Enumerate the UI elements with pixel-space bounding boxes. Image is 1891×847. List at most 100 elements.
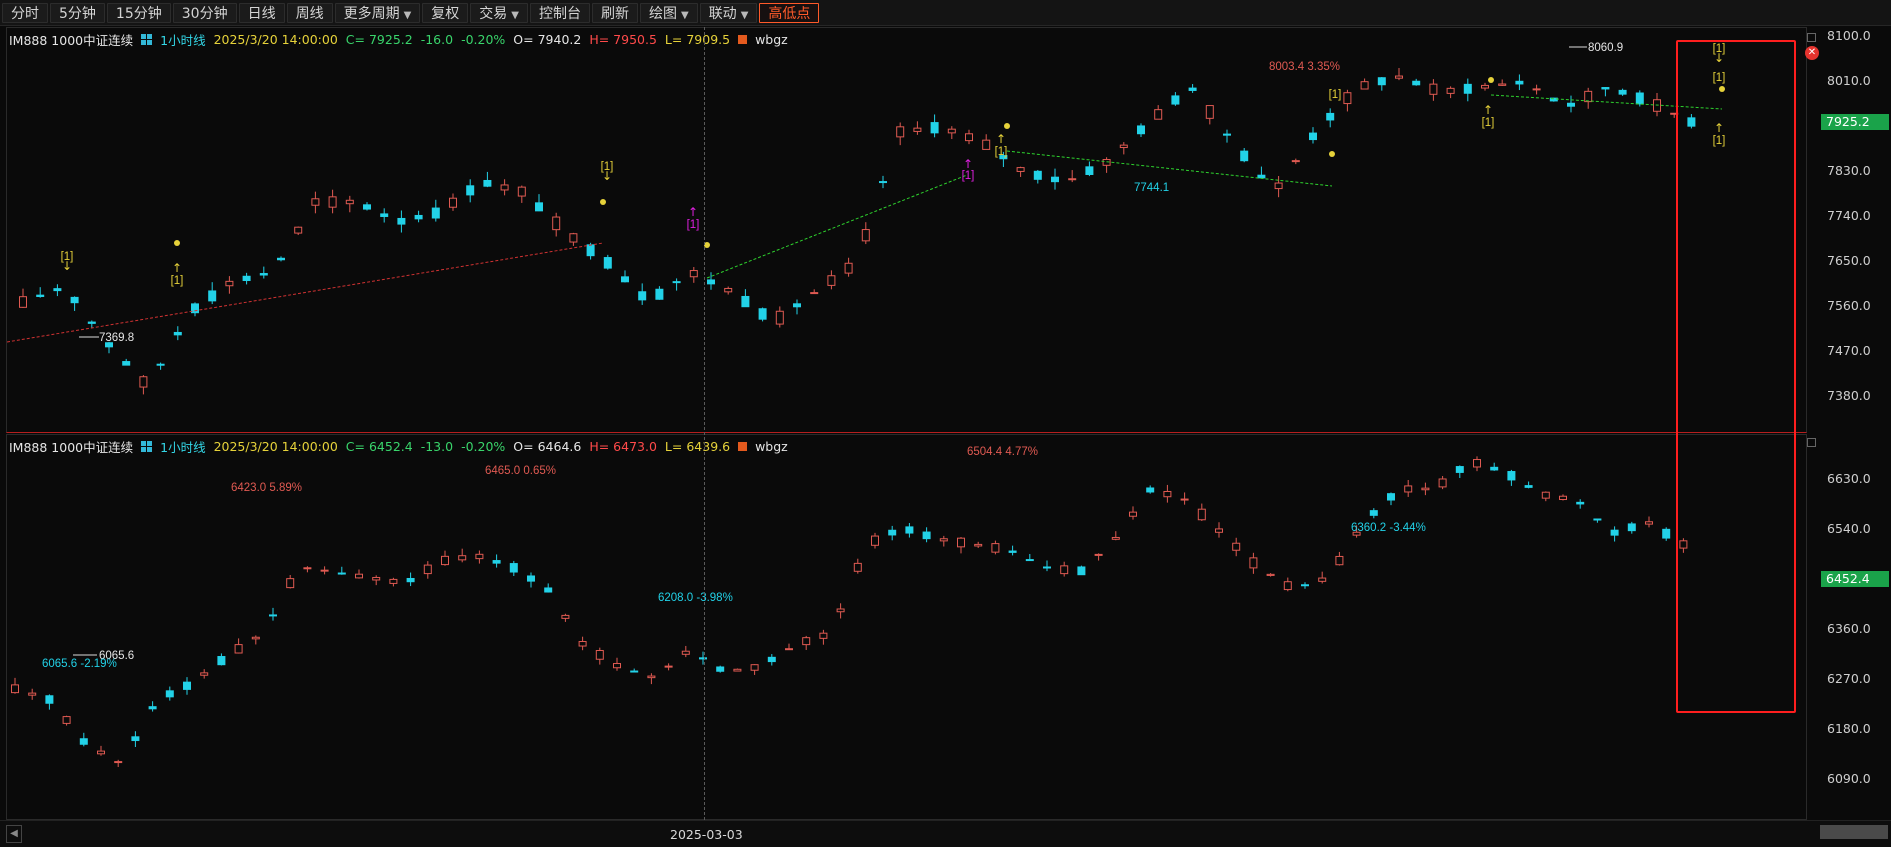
candle-body (345, 199, 354, 205)
toolbar-button-6[interactable]: 更多周期 ▼ (334, 2, 421, 23)
candle-body (810, 292, 819, 295)
candle-body (1473, 459, 1481, 468)
candle-body (1283, 581, 1292, 591)
toolbar-button-4[interactable]: 日线 (238, 2, 285, 23)
candle-body (303, 567, 312, 570)
candle-body (1645, 521, 1653, 525)
axis-tick-label: 7560.0 (1827, 298, 1871, 313)
grid-icon[interactable] (141, 34, 153, 45)
candle-body (1567, 102, 1575, 107)
candle-body (1154, 109, 1163, 120)
candle-body (1404, 485, 1413, 493)
candle-body (1188, 87, 1197, 91)
candle-body (1180, 498, 1189, 501)
candle-body (1387, 493, 1395, 501)
candle-body (1137, 125, 1145, 135)
panel-maximize-icon[interactable] (1807, 438, 1816, 447)
candle-body (1421, 487, 1430, 491)
candle-body (500, 184, 509, 191)
candle-body (492, 560, 501, 564)
toolbar-button-3[interactable]: 30分钟 (172, 2, 237, 23)
candle-body (1111, 536, 1120, 540)
close-icon[interactable]: ✕ (1805, 46, 1819, 60)
scrollbar-thumb[interactable] (1820, 825, 1888, 839)
candle-body (466, 185, 475, 196)
chart-info-bar-top: IM888 1000中证连续 1小时线 2025/3/20 14:00:00 C… (9, 30, 796, 49)
period-label: 1小时线 (160, 440, 206, 455)
candle-body (947, 128, 956, 134)
candle-body (1627, 523, 1636, 532)
toolbar-button-label: 日线 (247, 5, 276, 22)
candle-body (277, 257, 285, 261)
price-chart-panel-top[interactable]: 7369.8 8060.9 8003.4 3.35% 7744.1 [1] [1] [1] [… (6, 27, 1807, 433)
axis-tick-label: 7740.0 (1827, 208, 1871, 223)
candle-body (1025, 559, 1034, 562)
candle-body (517, 186, 526, 197)
toolbar-button-2[interactable]: 15分钟 (106, 2, 171, 23)
toolbar-button-label: 交易 (479, 5, 508, 22)
toolbar-button-10[interactable]: 刷新 (591, 2, 638, 23)
candle-body (1171, 95, 1180, 105)
toolbar-button-11[interactable]: 绘图 ▼ (639, 2, 698, 23)
signal-bracket-label: [1] (1482, 117, 1495, 129)
down-arrow-icon: ↓ (602, 169, 612, 183)
indicator-label: wbgz (755, 439, 788, 454)
candle-body (449, 197, 457, 208)
trend-line-red (7, 242, 604, 343)
open-value: O= 7940.2 (513, 32, 582, 47)
toolbar-button-13[interactable]: 高低点 (759, 2, 820, 23)
chevron-down-icon: ▼ (740, 9, 749, 21)
candlestick-chart-bottom[interactable]: 6065.66065.6 -2.19%6634.46423.0 5.89%646… (7, 435, 1808, 821)
up-arrow-icon: ↑ (172, 261, 182, 275)
toolbar-button-1[interactable]: 5分钟 (50, 2, 105, 23)
up-arrow-icon: ↑ (996, 132, 1006, 146)
chevron-down-icon: ▼ (511, 9, 519, 21)
high-value: H= 7950.5 (589, 32, 657, 47)
toolbar-button-0[interactable]: 分时 (2, 2, 48, 23)
candle-body (905, 526, 914, 534)
toolbar-button-9[interactable]: 控制台 (529, 2, 590, 23)
candlestick-chart-top[interactable]: 7369.8 8060.9 8003.4 3.35% 7744.1 [1] [1] [1] [… (7, 28, 1808, 434)
grid-icon[interactable] (141, 441, 153, 452)
axis-tick-label: 7470.0 (1827, 343, 1871, 358)
candle-body (1343, 92, 1352, 105)
candle-body (741, 295, 750, 308)
candle-body (578, 641, 587, 647)
candle-body (1541, 491, 1550, 499)
low-percent-label: 6065.6 -2.19% (42, 658, 117, 670)
date-axis: ◀ 2025-03-03 (0, 820, 1891, 847)
candle-body (819, 632, 828, 639)
toolbar-button-8[interactable]: 交易 ▼ (470, 2, 528, 23)
panel-maximize-icon[interactable] (1807, 33, 1816, 42)
candle-body (1146, 487, 1155, 493)
candle-body (389, 578, 398, 584)
candle-body (509, 563, 518, 573)
candle-body (139, 376, 148, 388)
candle-body (1662, 528, 1671, 539)
candle-body (1249, 557, 1258, 569)
trading-app: 分时 5分钟 15分钟 30分钟 日线 周线 更多周期 ▼ 复权 交易 ▼ 控制台 刷新 绘图 ▼ 联动 ▼ 高低… (0, 0, 1891, 847)
candle-body (1205, 105, 1214, 119)
price-chart-panel-bottom[interactable]: 6065.66065.6 -2.19%6634.46423.0 5.89%646… (6, 434, 1807, 820)
toolbar-button-5[interactable]: 周线 (286, 2, 333, 23)
candle-body (1369, 510, 1378, 516)
candle-body (355, 573, 363, 579)
axis-tick-label: 6180.0 (1827, 721, 1871, 736)
close-value: C= 6452.4 (345, 439, 413, 454)
price-axis-bottom[interactable]: 6630.0 6540.0 6360.0 6270.0 6180.0 6090.0 6452… (1807, 434, 1891, 820)
candle-body (148, 706, 157, 710)
axis-tick-label: 6360.0 (1827, 621, 1871, 636)
candle-body (913, 127, 922, 132)
scroll-left-icon[interactable]: ◀ (6, 825, 22, 843)
toolbar-button-7[interactable]: 复权 (422, 2, 469, 23)
chevron-down-icon: ▼ (403, 9, 412, 21)
candle-body (844, 262, 853, 274)
candle-body (1559, 495, 1567, 501)
candle-body (337, 572, 346, 575)
candle-body (957, 537, 965, 548)
period-toolbar: 分时 5分钟 15分钟 30分钟 日线 周线 更多周期 ▼ 复权 交易 ▼ 控制台 刷新 绘图 ▼ 联动 ▼ 高低… (0, 0, 1891, 26)
toolbar-button-12[interactable]: 联动 ▼ (699, 2, 758, 23)
candle-body (1438, 478, 1447, 488)
price-axis-top[interactable]: 8100.0 8010.0 7830.0 7740.0 7650.0 7560.0 7470… (1807, 27, 1891, 433)
candle-body (861, 229, 870, 242)
